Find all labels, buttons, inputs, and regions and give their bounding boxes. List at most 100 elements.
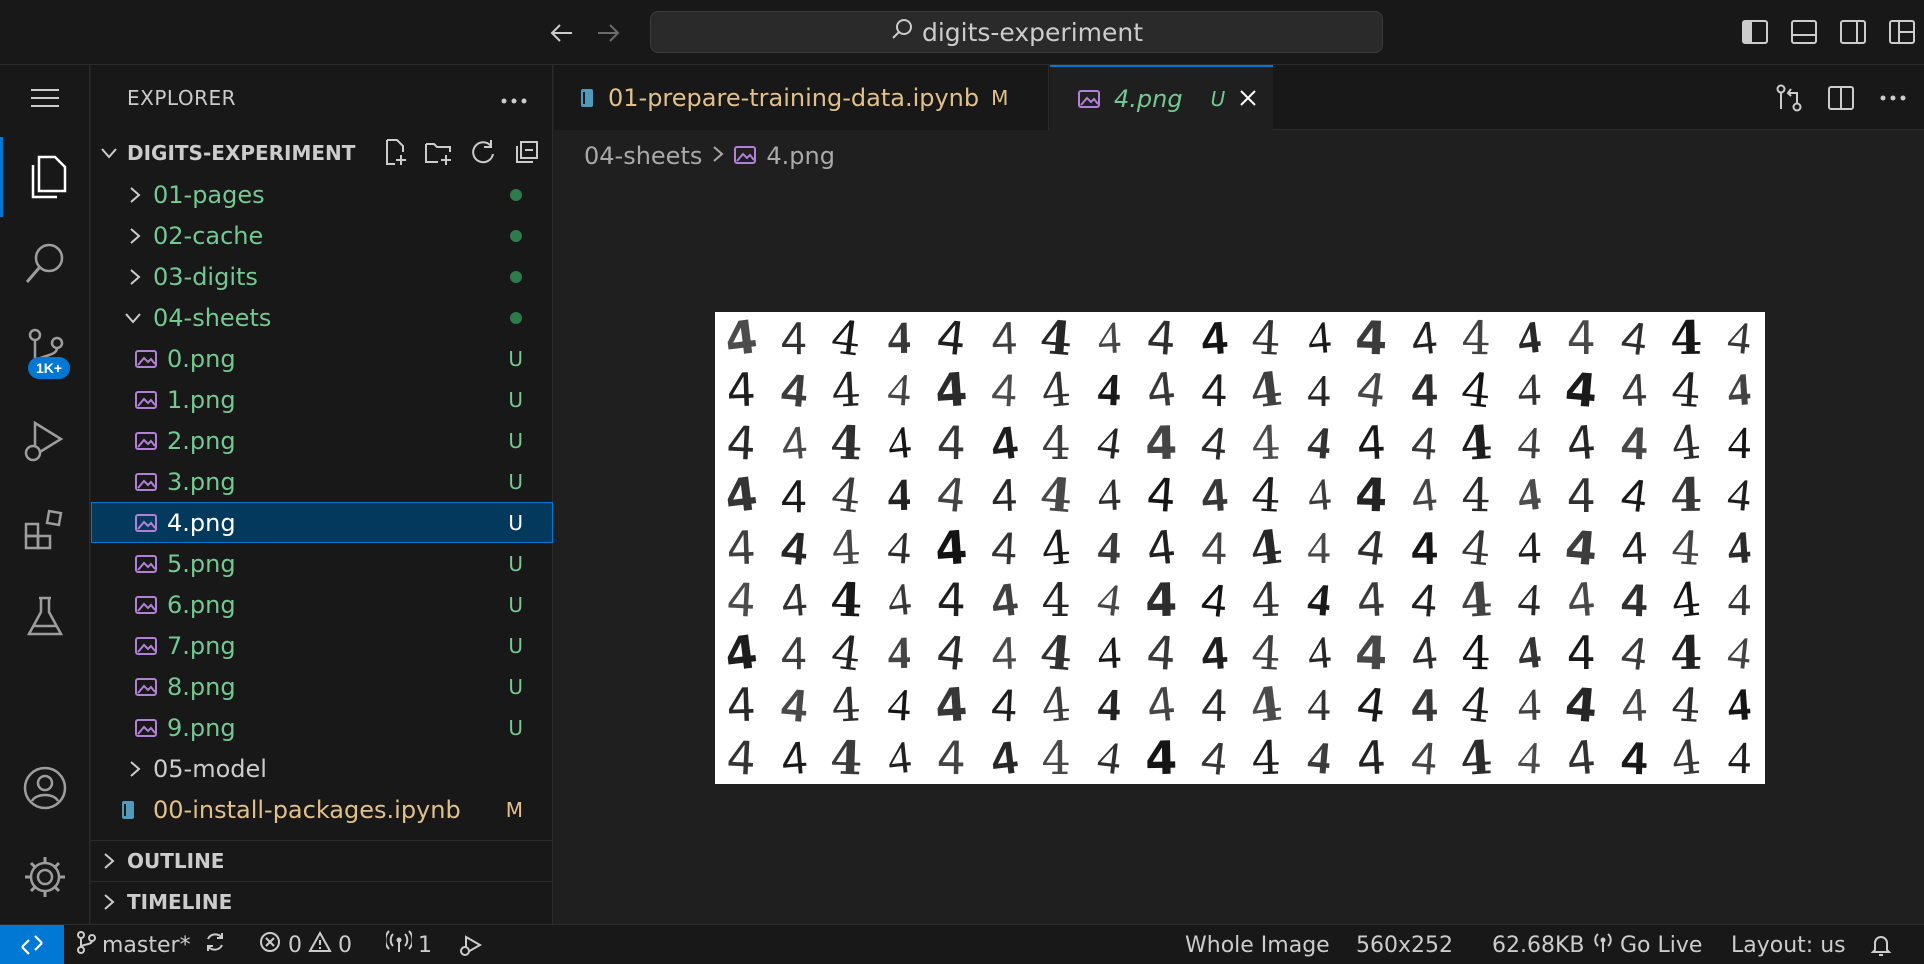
workspace-root-header[interactable]: DIGITS-EXPERIMENT bbox=[91, 130, 553, 175]
image-file-icon bbox=[135, 718, 157, 737]
digit-glyph: 4 bbox=[1515, 416, 1542, 469]
error-count: 0 bbox=[288, 932, 302, 958]
digit-glyph: 4 bbox=[1562, 362, 1600, 419]
tree-file-9-png[interactable]: 9.png U bbox=[91, 707, 553, 748]
tree-file-00-install-packages[interactable]: 00-install-packages.ipynb M bbox=[91, 789, 553, 830]
testing-flask-icon[interactable] bbox=[0, 577, 90, 657]
digit-glyph: 4 bbox=[1461, 468, 1492, 523]
toggle-primary-sidebar-icon[interactable] bbox=[1737, 14, 1773, 50]
settings-gear-icon[interactable] bbox=[0, 837, 90, 917]
digit-glyph: 4 bbox=[1458, 362, 1494, 420]
image-preview[interactable]: 4444444444444444444444444444444444444444… bbox=[715, 312, 1765, 784]
tree-file-6-png[interactable]: 6.png U bbox=[91, 584, 553, 625]
extensions-icon[interactable] bbox=[0, 489, 90, 569]
tree-file-3-png[interactable]: 3.png U bbox=[91, 461, 553, 502]
debug-icon[interactable] bbox=[456, 925, 484, 964]
tab-prepare-training-data[interactable]: 01-prepare-training-data.ipynb M bbox=[554, 65, 1049, 130]
refresh-icon[interactable] bbox=[467, 136, 499, 168]
tree-folder-01-pages[interactable]: 01-pages bbox=[91, 174, 553, 215]
tree-file-8-png[interactable]: 8.png U bbox=[91, 666, 553, 707]
explorer-sidebar: EXPLORER DIGITS-EXPERIMENT 01-pages 02-c… bbox=[91, 65, 553, 924]
digit-glyph: 4 bbox=[1353, 362, 1390, 420]
image-file-icon bbox=[135, 513, 157, 532]
digit-glyph: 4 bbox=[1566, 625, 1596, 680]
tab-4-png[interactable]: 4.png U bbox=[1050, 65, 1273, 130]
search-icon[interactable] bbox=[0, 223, 90, 303]
toggle-secondary-sidebar-icon[interactable] bbox=[1835, 14, 1871, 50]
forward-arrow-icon[interactable] bbox=[592, 16, 626, 50]
digit-glyph: 4 bbox=[1562, 519, 1600, 577]
chevron-right-icon bbox=[91, 852, 127, 870]
digit-glyph: 4 bbox=[1516, 521, 1542, 574]
digit-glyph: 4 bbox=[989, 521, 1018, 575]
digit-glyph: 4 bbox=[987, 415, 1020, 471]
sync-icon[interactable] bbox=[203, 930, 227, 960]
close-icon[interactable] bbox=[1239, 85, 1257, 113]
digit-glyph: 4 bbox=[933, 677, 970, 734]
more-actions-icon[interactable] bbox=[500, 86, 528, 110]
git-status-untracked: U bbox=[508, 551, 523, 576]
digit-glyph: 4 bbox=[1305, 625, 1333, 679]
digit-glyph: 4 bbox=[1144, 624, 1178, 681]
explorer-files-icon[interactable] bbox=[0, 137, 90, 217]
digit-glyph: 4 bbox=[1250, 730, 1282, 784]
tree-file-1-png[interactable]: 1.png U bbox=[91, 379, 553, 420]
tree-file-5-png[interactable]: 5.png U bbox=[91, 543, 553, 584]
command-center-search[interactable]: digits-experiment bbox=[650, 11, 1383, 53]
more-actions-icon[interactable] bbox=[1876, 81, 1910, 115]
digit-glyph: 4 bbox=[1669, 677, 1703, 734]
remote-indicator-icon[interactable] bbox=[0, 925, 64, 964]
tree-folder-05-model[interactable]: 05-model bbox=[91, 748, 553, 789]
menu-icon[interactable] bbox=[0, 65, 90, 130]
problems-indicator[interactable]: 0 0 bbox=[258, 925, 352, 964]
chevron-right-icon bbox=[125, 268, 145, 286]
keyboard-layout[interactable]: Layout: us bbox=[1731, 925, 1846, 964]
breadcrumb-folder[interactable]: 04-sheets bbox=[584, 142, 702, 170]
outline-section-header[interactable]: OUTLINE bbox=[91, 840, 553, 880]
branch-indicator[interactable]: master* bbox=[76, 925, 227, 964]
git-status-untracked: U bbox=[508, 469, 523, 494]
tree-folder-02-cache[interactable]: 02-cache bbox=[91, 215, 553, 256]
digit-glyph: 4 bbox=[885, 363, 913, 417]
run-debug-icon[interactable] bbox=[0, 401, 90, 481]
digit-glyph: 4 bbox=[1307, 521, 1331, 573]
notifications-bell-icon[interactable] bbox=[1869, 925, 1893, 964]
digit-glyph: 4 bbox=[1619, 521, 1648, 575]
digit-glyph: 4 bbox=[1409, 730, 1439, 784]
digit-glyph: 4 bbox=[1247, 676, 1286, 735]
tree-file-4-png-selected[interactable]: 4.png U bbox=[91, 502, 553, 543]
customize-layout-icon[interactable] bbox=[1884, 14, 1920, 50]
split-editor-icon[interactable] bbox=[1824, 81, 1858, 115]
tree-file-2-png[interactable]: 2.png U bbox=[91, 420, 553, 461]
digit-glyph: 4 bbox=[1307, 679, 1331, 731]
chevron-right-icon bbox=[125, 227, 145, 245]
digit-glyph: 4 bbox=[1410, 679, 1437, 732]
back-arrow-icon[interactable] bbox=[544, 16, 578, 50]
digit-glyph: 4 bbox=[1305, 730, 1333, 784]
tree-folder-03-digits[interactable]: 03-digits bbox=[91, 256, 553, 297]
tree-file-7-png[interactable]: 7.png U bbox=[91, 625, 553, 666]
digit-glyph: 4 bbox=[1039, 677, 1074, 734]
new-folder-icon[interactable] bbox=[423, 136, 455, 168]
breadcrumb-file[interactable]: 4.png bbox=[766, 142, 835, 170]
digit-glyph: 4 bbox=[830, 677, 863, 734]
tree-file-0-png[interactable]: 0.png U bbox=[91, 338, 553, 379]
new-file-icon[interactable] bbox=[379, 136, 411, 168]
digit-glyph: 4 bbox=[1305, 573, 1333, 627]
ports-indicator[interactable]: 1 bbox=[384, 925, 432, 964]
timeline-section-header[interactable]: TIMELINE bbox=[91, 881, 553, 921]
git-status-untracked: U bbox=[508, 428, 523, 453]
digit-glyph: 4 bbox=[1096, 678, 1122, 731]
collapse-all-icon[interactable] bbox=[511, 136, 543, 168]
image-zoom[interactable]: Whole Image bbox=[1185, 925, 1330, 964]
tree-folder-04-sheets[interactable]: 04-sheets bbox=[91, 297, 553, 338]
tree-item-label: 8.png bbox=[167, 672, 236, 701]
toggle-panel-icon[interactable] bbox=[1786, 14, 1822, 50]
source-control-icon[interactable]: 1K+ bbox=[0, 311, 90, 391]
open-changes-icon[interactable] bbox=[1772, 81, 1806, 115]
accounts-icon[interactable] bbox=[0, 748, 90, 828]
digit-glyph: 4 bbox=[1199, 626, 1229, 680]
digit-glyph: 4 bbox=[1410, 521, 1437, 575]
go-live-button[interactable]: Go Live bbox=[1592, 925, 1702, 964]
digit-glyph: 4 bbox=[933, 519, 970, 577]
